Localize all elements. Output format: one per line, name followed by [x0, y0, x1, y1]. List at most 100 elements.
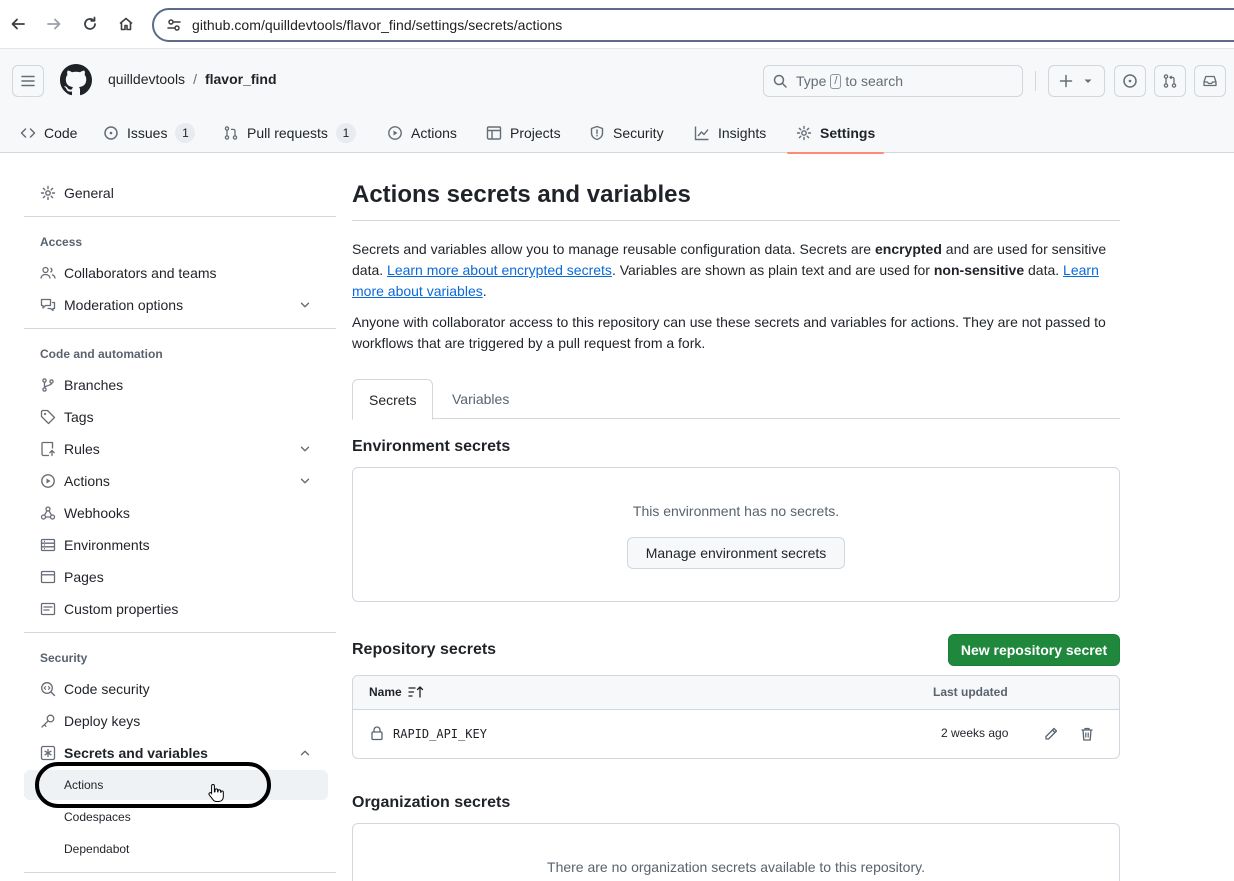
tab-insights-label: Insights: [718, 125, 767, 141]
note-icon: [40, 601, 56, 617]
back-icon[interactable]: [7, 13, 29, 35]
column-name-header[interactable]: Name: [369, 685, 424, 699]
tab-code[interactable]: Code: [20, 113, 77, 153]
trash-icon[interactable]: [1075, 722, 1099, 746]
forward-icon[interactable]: [43, 13, 65, 35]
sidebar-item-general[interactable]: General: [24, 177, 328, 209]
search-shortcut-key: /: [830, 73, 842, 89]
pencil-icon[interactable]: [1039, 722, 1063, 746]
tab-settings[interactable]: Settings: [786, 113, 885, 154]
tab-insights[interactable]: Insights: [694, 113, 766, 153]
tab-projects[interactable]: Projects: [486, 113, 561, 153]
chevron-down-icon[interactable]: [298, 298, 312, 312]
codescan-icon: [40, 681, 56, 697]
chevron-down-icon[interactable]: [298, 474, 312, 488]
repository-secrets-heading: Repository secrets: [352, 641, 497, 658]
sidebar-item-branches[interactable]: Branches: [24, 369, 328, 401]
owner-link[interactable]: quilldevtools: [108, 71, 185, 87]
sidebar-item-deploy-keys[interactable]: Deploy keys: [24, 705, 328, 737]
hand-cursor-icon: [208, 783, 224, 803]
url-text[interactable]: github.com/quilldevtools/flavor_find/set…: [192, 17, 562, 33]
reload-icon[interactable]: [79, 13, 101, 35]
organization-secrets-box: There are no organization secrets availa…: [352, 823, 1120, 881]
tab-pull-requests-label: Pull requests: [247, 125, 328, 141]
sidebar-item-label: Moderation options: [64, 297, 184, 313]
sidebar-item-webhooks[interactable]: Webhooks: [24, 497, 328, 529]
issues-counter: 1: [175, 123, 196, 143]
tab-issues-label: Issues: [127, 125, 168, 141]
search-icon: [772, 73, 788, 89]
sidebar-item-label: Actions: [64, 473, 110, 489]
sidebar-item-label: Code security: [64, 681, 150, 697]
github-header: quilldevtools / flavor_find Type / to se…: [0, 49, 1234, 154]
sidebar-item-rules[interactable]: Rules: [24, 433, 328, 465]
issues-button[interactable]: [1114, 65, 1146, 97]
organization-empty-text: There are no organization secrets availa…: [547, 859, 925, 875]
intro-text: . Variables are shown as plain text and …: [611, 262, 934, 278]
sidebar-item-moderation[interactable]: Moderation options: [24, 289, 328, 321]
sidebar-item-code-security[interactable]: Code security: [24, 673, 328, 705]
sidebar-divider: [24, 328, 336, 329]
chevron-down-icon[interactable]: [298, 442, 312, 456]
shield-icon: [589, 125, 605, 141]
tab-actions[interactable]: Actions: [387, 113, 457, 153]
sidebar-divider: [24, 216, 336, 217]
repo-nav: Code Issues 1 Pull requests 1 Actions Pr…: [0, 113, 1234, 154]
lock-icon: [369, 725, 385, 741]
repo-push-icon: [40, 441, 56, 457]
sidebar-group-security: Security: [40, 651, 88, 665]
chevron-up-icon[interactable]: [298, 746, 312, 760]
header-divider: [1035, 71, 1036, 91]
code-icon: [20, 125, 36, 141]
home-icon[interactable]: [115, 13, 137, 35]
sidebar-item-actions[interactable]: Actions: [24, 465, 328, 497]
git-pull-request-icon: [223, 125, 239, 141]
learn-encrypted-secrets-link[interactable]: Learn more about encrypted secrets: [387, 262, 612, 278]
manage-environment-secrets-button[interactable]: Manage environment secrets: [627, 537, 845, 569]
tab-pull-requests[interactable]: Pull requests 1: [223, 113, 356, 153]
sidebar-item-custom-properties[interactable]: Custom properties: [24, 593, 328, 625]
address-bar[interactable]: github.com/quilldevtools/flavor_find/set…: [152, 8, 1234, 42]
search-prefix: Type: [796, 73, 827, 89]
sidebar-item-environments[interactable]: Environments: [24, 529, 328, 561]
new-repository-secret-button[interactable]: New repository secret: [948, 634, 1120, 666]
repo-link[interactable]: flavor_find: [205, 71, 277, 87]
sidebar-item-collaborators[interactable]: Collaborators and teams: [24, 257, 328, 289]
create-new-button[interactable]: [1048, 65, 1105, 97]
tab-issues[interactable]: Issues 1: [103, 113, 196, 153]
server-icon: [40, 537, 56, 553]
breadcrumb-separator: /: [193, 71, 197, 87]
sidebar-item-label: Secrets and variables: [64, 745, 208, 761]
play-icon: [40, 473, 56, 489]
environment-secrets-heading: Environment secrets: [352, 438, 511, 455]
table-header: Name Last updated: [353, 676, 1119, 710]
menu-button[interactable]: [12, 65, 44, 97]
plus-icon: [1059, 74, 1072, 88]
intro-text: data.: [1024, 262, 1064, 278]
tab-secrets[interactable]: Secrets: [352, 379, 434, 420]
pull-requests-button[interactable]: [1154, 65, 1186, 97]
sidebar-item-label: Rules: [64, 441, 100, 457]
sidebar-item-tags[interactable]: Tags: [24, 401, 328, 433]
sidebar-group-code-automation: Code and automation: [40, 347, 163, 361]
sidebar-item-label: Tags: [64, 409, 94, 425]
sidebar-item-label: Collaborators and teams: [64, 265, 217, 281]
tab-variables[interactable]: Variables: [436, 379, 525, 419]
secret-name: RAPID_API_KEY: [393, 727, 487, 741]
inbox-button[interactable]: [1194, 65, 1226, 97]
git-pull-request-icon: [1163, 74, 1177, 88]
site-settings-icon[interactable]: [166, 17, 182, 33]
search-input[interactable]: Type / to search: [763, 65, 1023, 97]
sort-icon: [408, 686, 423, 698]
webhook-icon: [40, 505, 56, 521]
tab-security[interactable]: Security: [589, 113, 664, 153]
sidebar-subitem-dependabot[interactable]: Dependabot: [24, 834, 328, 864]
sidebar-item-label: Custom properties: [64, 601, 179, 617]
column-last-updated-header: Last updated: [933, 685, 1008, 699]
access-paragraph: Anyone with collaborator access to this …: [352, 314, 1106, 351]
github-logo-icon[interactable]: [60, 64, 92, 96]
sidebar-subitem-label: Dependabot: [64, 842, 130, 856]
sidebar-item-pages[interactable]: Pages: [24, 561, 328, 593]
sidebar-item-label: Pages: [64, 569, 104, 585]
organization-secrets-heading: Organization secrets: [352, 794, 511, 811]
